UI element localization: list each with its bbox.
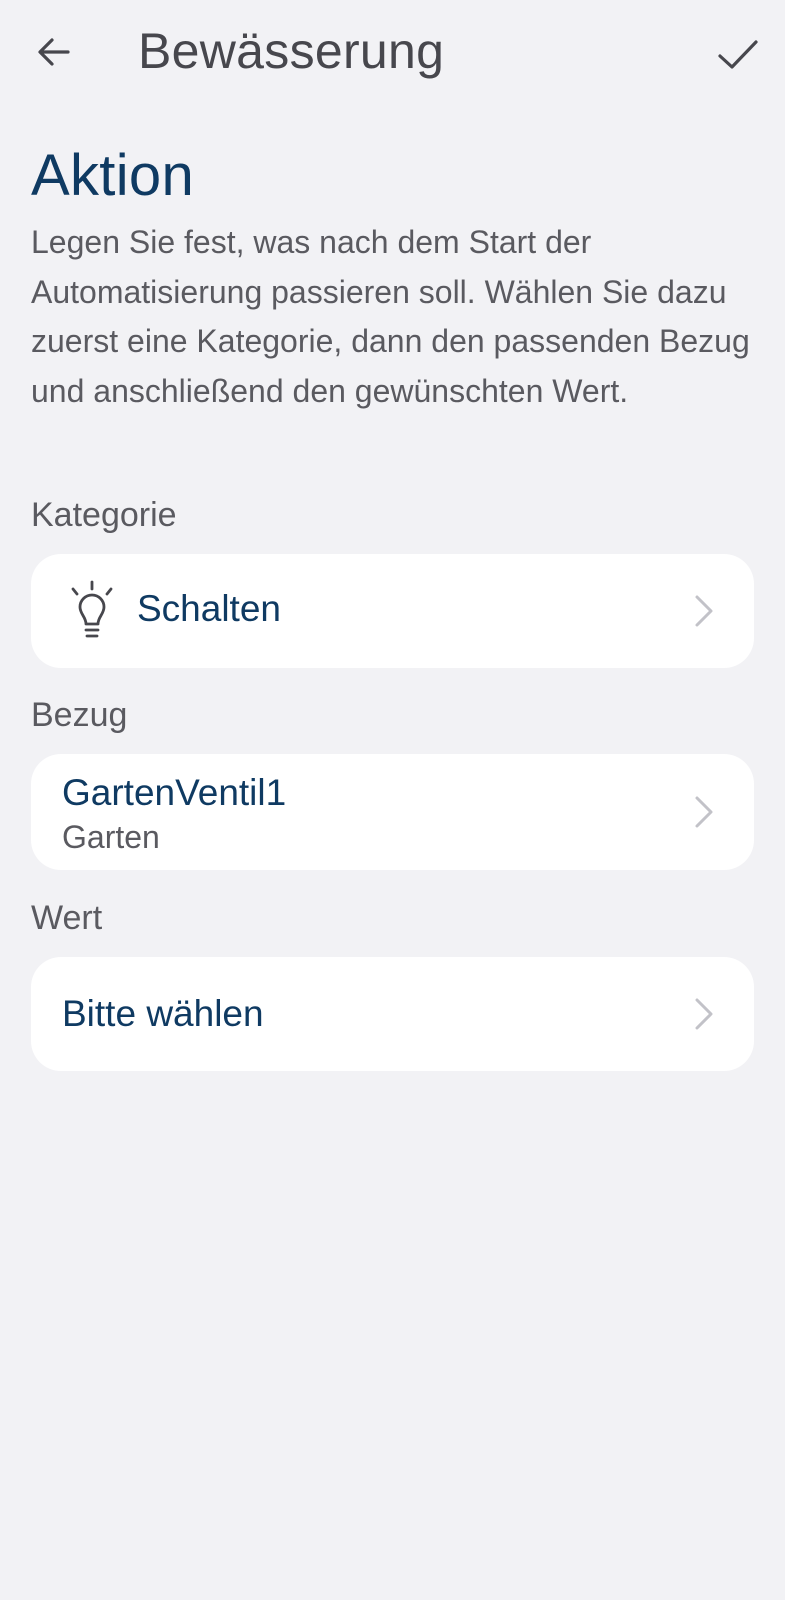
section-description: Legen Sie fest, was nach dem Start der A… <box>31 224 750 409</box>
wert-value: Bitte wählen <box>62 993 264 1034</box>
section-title: Aktion <box>31 143 194 208</box>
bezug-selector[interactable]: GartenVentil1 Garten <box>31 754 754 870</box>
chevron-right-icon <box>695 796 713 828</box>
lightbulb-icon <box>71 580 113 638</box>
kategorie-value: Schalten <box>137 588 281 629</box>
wert-selector[interactable]: Bitte wählen <box>31 957 754 1071</box>
chevron-right-icon <box>695 998 713 1030</box>
page-title: Bewässerung <box>138 23 445 79</box>
arrow-left-icon <box>38 38 70 66</box>
automation-action-screen: Bewässerung Aktion Legen Sie fest, was n… <box>0 0 785 1600</box>
confirm-button[interactable] <box>712 28 764 80</box>
wert-label: Wert <box>31 899 103 937</box>
kategorie-label: Kategorie <box>31 496 177 534</box>
bezug-subtitle: Garten <box>62 819 160 855</box>
kategorie-selector[interactable]: Schalten <box>31 554 754 668</box>
chevron-right-icon <box>695 595 713 627</box>
top-app-bar: Bewässerung <box>0 0 785 110</box>
back-button[interactable] <box>30 28 78 76</box>
bezug-label: Bezug <box>31 696 128 734</box>
checkmark-icon <box>718 40 758 69</box>
bezug-value: GartenVentil1 <box>62 772 287 813</box>
